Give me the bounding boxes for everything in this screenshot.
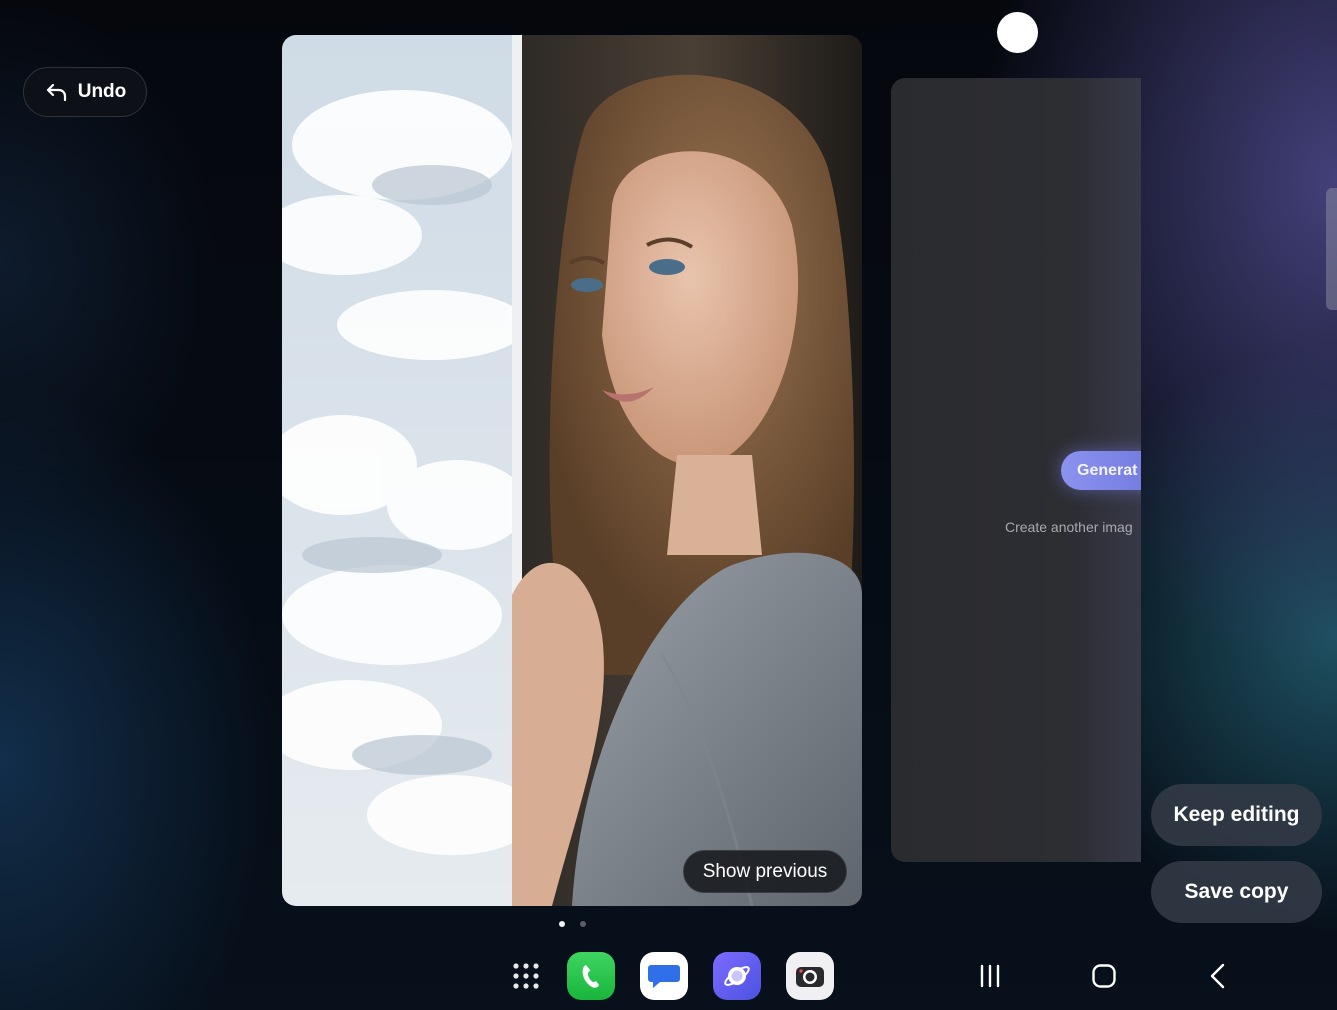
page-indicator-dot-active <box>559 921 565 927</box>
portrait-photo <box>282 35 862 906</box>
save-copy-label: Save copy <box>1184 880 1289 903</box>
camera-icon[interactable] <box>786 952 834 1000</box>
home-icon[interactable] <box>1084 956 1124 996</box>
show-previous-button[interactable]: Show previous <box>683 850 847 893</box>
generated-image-preview[interactable] <box>282 35 862 906</box>
back-chevron-glyph <box>1210 963 1225 989</box>
undo-arrow-icon <box>46 83 66 102</box>
create-another-hint: Create another imag <box>1005 519 1133 535</box>
next-result-card[interactable]: Generat Create another imag <box>891 78 1141 862</box>
recents-glyph <box>980 964 1000 988</box>
page-indicator-dot <box>580 921 586 927</box>
internet-planet-glyph <box>724 966 750 986</box>
apps-grid-icon[interactable] <box>502 952 550 1000</box>
generate-label: Generat <box>1077 461 1138 479</box>
message-bubble-glyph <box>648 965 680 988</box>
keep-editing-label: Keep editing <box>1173 803 1300 826</box>
keep-editing-button[interactable]: Keep editing <box>1151 784 1322 846</box>
phone-icon[interactable] <box>567 952 615 1000</box>
save-copy-button[interactable]: Save copy <box>1151 861 1322 923</box>
generate-button[interactable]: Generat <box>1061 451 1141 490</box>
undo-button[interactable]: Undo <box>23 67 147 117</box>
apps-grid-glyph <box>513 963 539 989</box>
messages-icon[interactable] <box>640 952 688 1000</box>
edge-panel-handle[interactable] <box>1326 188 1337 310</box>
back-icon[interactable] <box>1198 956 1238 996</box>
undo-label: Undo <box>77 81 127 102</box>
front-camera-cutout <box>997 12 1038 53</box>
home-glyph <box>1092 964 1116 988</box>
show-previous-label: Show previous <box>702 860 828 882</box>
recents-icon[interactable] <box>970 956 1010 996</box>
internet-icon[interactable] <box>713 952 761 1000</box>
phone-handset-glyph <box>582 965 599 988</box>
camera-lens-glyph <box>796 967 824 987</box>
